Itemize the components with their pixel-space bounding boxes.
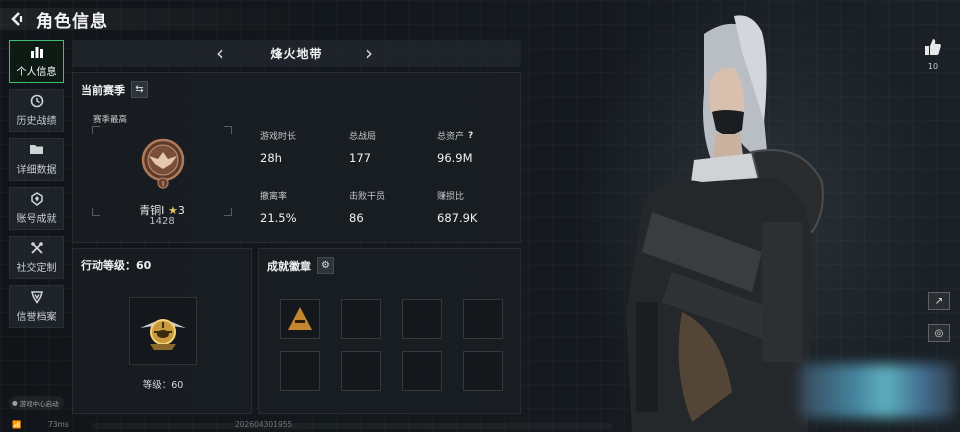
rank-score: 1428 <box>149 216 175 227</box>
stat-label: 撤离率 <box>260 192 288 202</box>
badge-slot[interactable] <box>402 351 442 391</box>
help-icon[interactable]: ? <box>468 131 473 141</box>
camera-icon[interactable]: ◎ <box>928 324 950 342</box>
stat-value: 21.5% <box>260 211 297 225</box>
triangle-badge-icon <box>288 307 312 330</box>
season-panel-header: 当前赛季 ⇆ <box>81 81 148 98</box>
mode-title: 烽火地带 <box>270 47 323 61</box>
stat-label: 赚损比 <box>437 192 465 202</box>
user-id: 202604301955 <box>235 420 293 429</box>
stat-label: 总资产 <box>437 132 465 142</box>
footer-divider <box>92 423 612 429</box>
clock-icon <box>30 94 44 109</box>
badge-slot[interactable] <box>341 299 381 339</box>
sidebar-item-achievements[interactable]: 账号成就 <box>9 187 64 230</box>
like-count: 10 <box>927 62 939 71</box>
badges-panel-header: 成就徽章 ⚙ <box>267 257 334 274</box>
mode-tab-bar: ‹ 烽火地带 › <box>72 40 521 67</box>
folder-icon <box>29 143 44 158</box>
gear-icon[interactable]: ⚙ <box>317 257 334 274</box>
sidebar-item-detail-data[interactable]: 详细数据 <box>9 138 64 181</box>
thumbs-up-icon[interactable] <box>919 38 947 60</box>
shield-icon <box>30 290 44 305</box>
stat-label: 总战局 <box>349 132 377 142</box>
stat-label: 游戏时长 <box>260 132 297 142</box>
svg-text:I: I <box>162 180 164 188</box>
stat-value: 28h <box>260 151 282 165</box>
wifi-icon: 📶 <box>12 420 22 429</box>
rank-box: I 青铜I ★3 1428 <box>92 126 232 227</box>
sidebar-item-label: 个人信息 <box>16 67 57 78</box>
lock-icon: ● <box>12 399 18 407</box>
level-title: 行动等级：60 <box>81 259 152 272</box>
badge-slot[interactable] <box>280 299 320 339</box>
stat-operators-defeated: 击败干员 86 <box>349 189 429 225</box>
season-best-label: 赛季最高 <box>93 115 128 125</box>
chevron-right-icon[interactable]: › <box>365 42 373 64</box>
back-arrow-icon[interactable] <box>6 8 28 30</box>
blurred-region <box>800 364 955 418</box>
sidebar-item-history[interactable]: 历史战绩 <box>9 89 64 132</box>
stat-label: 击败干员 <box>349 192 386 202</box>
stat-value: 687.9K <box>437 211 478 225</box>
badge-slot[interactable] <box>280 351 320 391</box>
bronze-rank-emblem-icon: I <box>138 135 188 189</box>
game-center-label: 游戏中心启动 <box>19 400 59 408</box>
stat-play-time: 游戏时长 28h <box>260 129 340 165</box>
swap-icon[interactable]: ⇆ <box>131 81 148 98</box>
level-panel-header: 行动等级：60 <box>81 257 151 273</box>
stat-extraction-rate: 撤离率 21.5% <box>260 189 340 225</box>
chevron-left-icon[interactable]: ‹ <box>216 42 224 64</box>
tools-icon <box>30 241 44 256</box>
season-panel: 当前赛季 ⇆ 赛季最高 I 青铜I ★3 1428 游戏时长 28h 总战局 1… <box>72 72 521 243</box>
sidebar-item-label: 账号成就 <box>16 214 57 225</box>
like-widget: 10 <box>919 38 947 71</box>
status-footer: 📶 73ms 202604301955 <box>0 420 960 432</box>
stat-total-assets: 总资产 ? 96.9M <box>437 129 517 166</box>
sidebar-item-personal-info[interactable]: 个人信息 <box>9 40 64 83</box>
sidebar-item-label: 信誉档案 <box>16 312 57 323</box>
badge-slot[interactable] <box>341 351 381 391</box>
stat-value: 86 <box>349 211 364 225</box>
level-emblem <box>129 297 197 365</box>
page-title: 角色信息 <box>36 11 108 32</box>
stat-value: 177 <box>349 151 371 165</box>
sidebar-item-label: 历史战绩 <box>16 116 57 127</box>
sidebar-item-reputation[interactable]: 信誉档案 <box>9 285 64 328</box>
badge-slot[interactable] <box>463 351 503 391</box>
stat-total-matches: 总战局 177 <box>349 129 429 165</box>
badge-slot[interactable] <box>463 299 503 339</box>
level-text: 等级：60 <box>142 380 184 391</box>
game-center-launch[interactable]: ● 游戏中心启动 <box>9 396 64 410</box>
badges-title: 成就徽章 <box>267 259 311 273</box>
bar-chart-icon <box>30 45 44 60</box>
header: 角色信息 <box>6 6 108 32</box>
sidebar-item-social[interactable]: 社交定制 <box>9 236 64 279</box>
stat-value: 96.9M <box>437 151 473 165</box>
helicopter-badge-icon <box>140 319 186 350</box>
sidebar-item-label: 社交定制 <box>16 263 57 274</box>
share-icon[interactable]: ↗ <box>928 292 950 310</box>
medal-icon <box>30 192 44 207</box>
stat-label-row: 总资产 ? <box>437 129 517 143</box>
sidebar-item-label: 详细数据 <box>16 165 57 176</box>
season-title: 当前赛季 <box>81 83 125 97</box>
stat-profit-loss: 赚损比 687.9K <box>437 189 517 225</box>
achievement-badges-panel: 成就徽章 ⚙ <box>258 248 521 414</box>
action-level-panel: 行动等级：60 等级：60 <box>72 248 252 414</box>
sidebar: 个人信息 历史战绩 详细数据 账号成就 社交定制 信誉档案 <box>9 40 64 334</box>
ping-value: 73ms <box>48 420 69 429</box>
badge-slot[interactable] <box>402 299 442 339</box>
